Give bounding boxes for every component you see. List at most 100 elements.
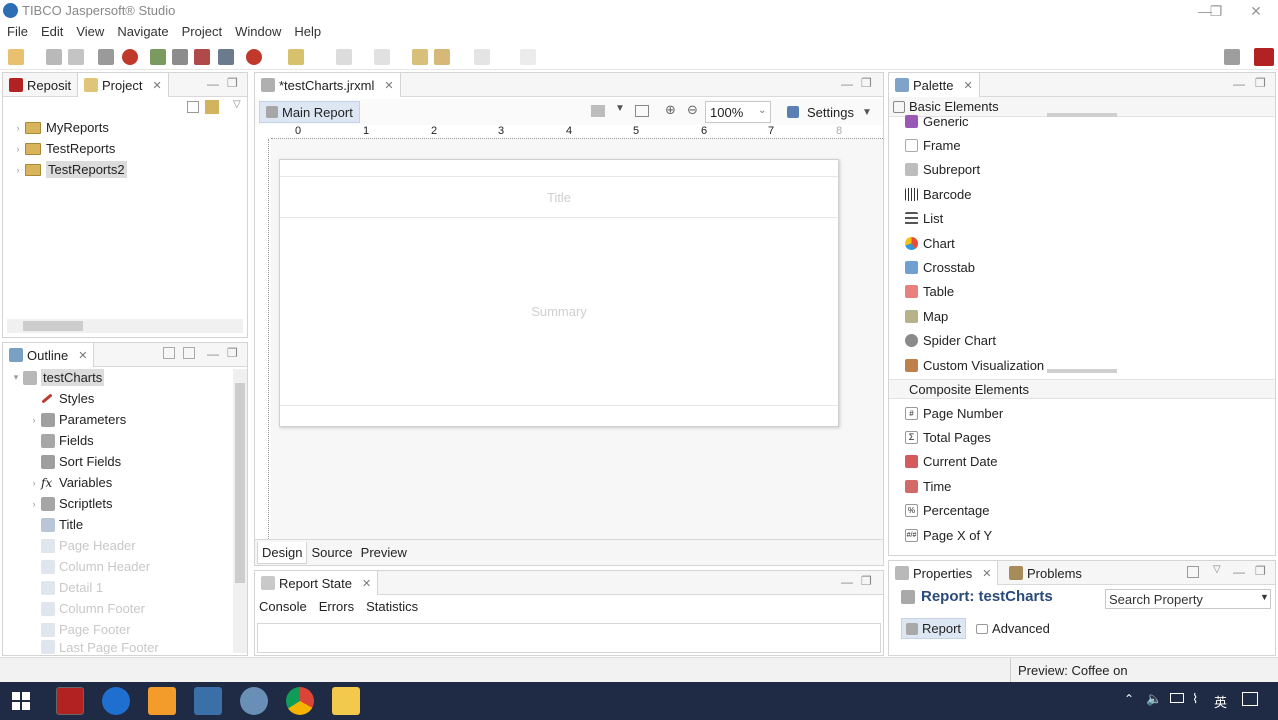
windows-start-icon[interactable]	[12, 692, 30, 710]
publish-icon[interactable]	[150, 49, 166, 65]
main-report-button[interactable]: Main Report	[259, 101, 360, 123]
zoom-out-icon[interactable]: ⊖	[687, 102, 698, 118]
outline-item-page-footer[interactable]: Page Footer	[9, 619, 231, 640]
palette-item-list[interactable]: List	[889, 207, 1275, 231]
taskbar-app-icon[interactable]	[102, 687, 130, 715]
menu-window[interactable]: Window	[228, 22, 287, 39]
tab-source[interactable]: Source	[307, 542, 356, 563]
expand-icon[interactable]: ›	[27, 478, 41, 488]
taskbar-jaspersoft-icon[interactable]	[56, 687, 84, 715]
taskbar-eclipse-icon[interactable]	[240, 687, 268, 715]
tab-testcharts-jrxml[interactable]: *testCharts.jrxml ✕	[255, 73, 401, 97]
fit-page-icon[interactable]	[635, 105, 649, 117]
tab-repository[interactable]: Reposit	[3, 73, 77, 97]
link-editor-icon[interactable]	[205, 100, 219, 114]
tab-project[interactable]: Project ✕	[77, 73, 169, 97]
dataset-icon[interactable]	[218, 49, 234, 65]
outline-item-fields[interactable]: Fields	[9, 430, 231, 451]
last-edit-icon[interactable]	[412, 49, 428, 65]
taskbar-app3-icon[interactable]	[194, 687, 222, 715]
expand-icon[interactable]: ›	[11, 123, 25, 133]
jaspersoft-perspective-icon[interactable]	[1254, 48, 1274, 66]
palette-item-crosstab[interactable]: Crosstab	[889, 255, 1275, 279]
perspective-icon[interactable]	[1224, 49, 1240, 65]
minimize-icon[interactable]: —	[1233, 77, 1245, 91]
palette-item-percentage[interactable]: % Percentage	[889, 499, 1275, 523]
network-icon[interactable]: ⌇	[1192, 691, 1198, 707]
maximize-icon[interactable]: ❐	[227, 76, 238, 90]
tree-item-testreports2[interactable]: › TestReports2	[11, 159, 241, 180]
save-icon[interactable]	[46, 49, 62, 65]
close-icon[interactable]: ✕	[78, 349, 87, 362]
outline-item-column-header[interactable]: Column Header	[9, 556, 231, 577]
palette-item-spider-chart[interactable]: Spider Chart	[889, 329, 1275, 353]
maximize-icon[interactable]: ❐	[227, 346, 238, 360]
volume-icon[interactable]: 🔈	[1146, 691, 1162, 707]
palette-item-page-x-of-y[interactable]: #/# Page X of Y	[889, 523, 1275, 547]
battery-icon[interactable]	[1170, 693, 1184, 703]
tab-report-state[interactable]: Report State ✕	[255, 571, 379, 595]
palette-item-time[interactable]: Time	[889, 474, 1275, 498]
maximize-icon[interactable]: ❐	[861, 76, 872, 90]
view-menu-icon[interactable]: ▽	[1213, 564, 1221, 575]
menu-navigate[interactable]: Navigate	[110, 22, 174, 39]
palette-item-chart[interactable]: Chart	[889, 231, 1275, 255]
input-language-indicator[interactable]: 英	[1214, 692, 1227, 711]
minimize-icon[interactable]: —	[207, 77, 219, 91]
maximize-icon[interactable]: ❐	[861, 574, 872, 588]
layout-icon[interactable]	[591, 105, 605, 117]
close-icon[interactable]: ✕	[982, 567, 991, 580]
menu-view[interactable]: View	[69, 22, 110, 39]
design-canvas[interactable]: Title Summary	[271, 139, 883, 539]
outline-item-column-footer[interactable]: Column Footer	[9, 598, 231, 619]
tab-preview[interactable]: Preview	[357, 542, 411, 563]
tab-console[interactable]: Console	[259, 599, 307, 614]
scroll-thumb[interactable]	[23, 321, 83, 331]
outline-item-variables[interactable]: › fx Variables	[9, 472, 231, 493]
tab-statistics[interactable]: Statistics	[366, 599, 418, 614]
outline-item-detail[interactable]: Detail 1	[9, 577, 231, 598]
tab-properties[interactable]: Properties ✕	[889, 561, 999, 585]
export-icon[interactable]	[172, 49, 188, 65]
outline-item-scriptlets[interactable]: › Scriptlets	[9, 493, 231, 514]
view-menu-icon[interactable]: ▽	[233, 99, 241, 110]
console-output[interactable]	[257, 623, 881, 653]
minimize-icon[interactable]: —	[207, 347, 219, 361]
tree-item-testreports[interactable]: › TestReports	[11, 138, 241, 159]
minimize-icon[interactable]: —	[1233, 565, 1245, 579]
pin-icon[interactable]	[520, 49, 536, 65]
collapse-all-icon[interactable]	[187, 101, 199, 113]
scroll-up-handle[interactable]	[1047, 113, 1117, 117]
menu-file[interactable]: File	[0, 22, 34, 39]
close-icon[interactable]: ✕	[963, 79, 972, 92]
debug-icon[interactable]	[246, 49, 262, 65]
title-band[interactable]: Title	[280, 176, 838, 218]
maximize-button[interactable]: ❐	[1201, 2, 1231, 20]
layout-dropdown-icon[interactable]: ▼	[615, 103, 625, 114]
next-annotation-icon[interactable]	[374, 49, 390, 65]
minimize-icon[interactable]: —	[841, 575, 853, 589]
collapse-icon[interactable]: ▾	[9, 372, 23, 383]
menu-project[interactable]: Project	[175, 22, 228, 39]
palette-item-frame[interactable]: Frame	[889, 133, 1275, 157]
summary-band[interactable]: Summary	[280, 218, 838, 406]
palette-item-page-number[interactable]: # Page Number	[889, 401, 1275, 425]
palette-item-total-pages[interactable]: Σ Total Pages	[889, 425, 1275, 449]
tab-advanced[interactable]: Advanced	[972, 619, 1054, 638]
menu-help[interactable]: Help	[287, 22, 327, 39]
compile-icon[interactable]	[98, 49, 114, 65]
tab-report[interactable]: Report	[901, 618, 967, 639]
pin-icon[interactable]	[1187, 566, 1199, 578]
tab-outline[interactable]: Outline ✕	[3, 343, 95, 367]
new-icon[interactable]	[8, 49, 24, 65]
notification-icon[interactable]	[1242, 692, 1258, 706]
outline-item-parameters[interactable]: › Parameters	[9, 409, 231, 430]
close-icon[interactable]: ✕	[362, 577, 371, 590]
back-icon[interactable]	[434, 49, 450, 65]
close-icon[interactable]: ✕	[384, 79, 393, 92]
tree-item-myreports[interactable]: › MyReports	[11, 117, 241, 138]
menu-edit[interactable]: Edit	[34, 22, 69, 39]
zoom-in-icon[interactable]: ⊕	[665, 102, 676, 118]
show-thumbnail-icon[interactable]	[183, 347, 195, 359]
maximize-icon[interactable]: ❐	[1255, 76, 1266, 90]
